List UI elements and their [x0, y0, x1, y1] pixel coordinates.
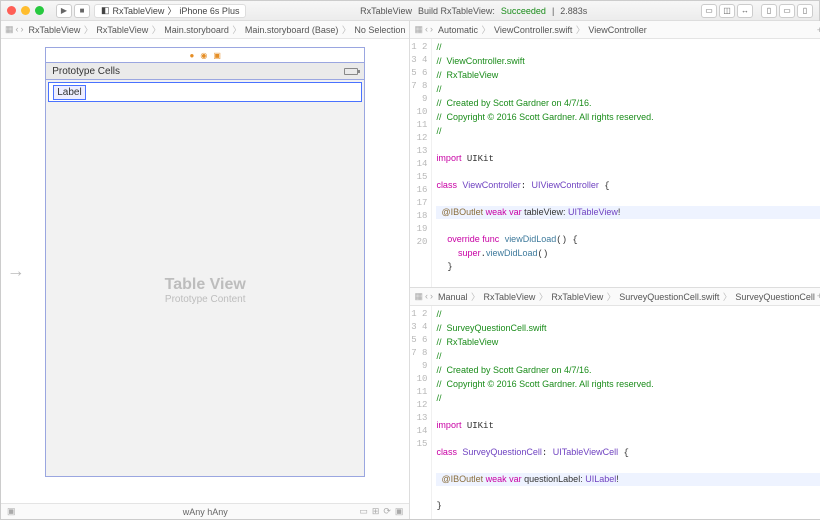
related-icon[interactable]: ▦ — [5, 24, 14, 35]
ib-pane: ▦‹› RxTableView 〉 RxTableView 〉 Main.sto… — [1, 21, 410, 519]
resize-icon[interactable]: ▣ — [395, 506, 404, 517]
prototype-header: Prototype Cells — [46, 62, 364, 80]
toggle-navigator-button[interactable]: ▯ — [761, 4, 777, 18]
editor-version-button[interactable]: ↔ — [737, 4, 753, 18]
back-icon[interactable]: ‹ — [425, 291, 428, 302]
related-icon[interactable]: ▦ — [414, 291, 423, 302]
editor-top-jumpbar[interactable]: ▦‹› Automatic 〉 ViewController.swift 〉 V… — [410, 21, 820, 39]
tv-subtitle: Prototype Content — [165, 294, 246, 305]
xcode-window: ▶ ■ ◧ RxTableView 〉 iPhone 6s Plus RxTab… — [0, 0, 820, 520]
status-app: RxTableView — [360, 6, 412, 16]
app-icon: ◧ — [101, 5, 110, 16]
tv-title: Table View — [165, 276, 246, 294]
back-icon[interactable]: ‹ — [16, 24, 19, 35]
fwd-icon[interactable]: › — [430, 24, 433, 35]
activity-viewer: RxTableView Build RxTableView: Succeeded… — [250, 6, 697, 16]
traffic-lights — [7, 6, 44, 15]
stop-button[interactable]: ■ — [74, 4, 90, 18]
editor-top: ▦‹› Automatic 〉 ViewController.swift 〉 V… — [410, 21, 820, 287]
align-icon[interactable]: ▭ — [359, 506, 368, 517]
main-split: ▦‹› RxTableView 〉 RxTableView 〉 Main.sto… — [1, 21, 819, 519]
toggle-debug-button[interactable]: ▭ — [779, 4, 795, 18]
code-editor-bottom[interactable]: 1 2 3 4 5 6 7 8 9 10 11 12 13 14 15 // /… — [410, 306, 820, 519]
close-icon[interactable] — [7, 6, 16, 15]
exit-icon: ▣ — [213, 51, 221, 60]
battery-icon — [344, 68, 358, 75]
minimize-icon[interactable] — [21, 6, 30, 15]
fwd-icon[interactable]: › — [430, 291, 433, 302]
vc-icon: ● — [190, 51, 195, 60]
status-action: Build RxTableView: — [418, 6, 495, 16]
size-class-label[interactable]: wAny hAny — [183, 507, 228, 517]
pin-icon[interactable]: ⊞ — [372, 506, 380, 517]
gutter: 1 2 3 4 5 6 7 8 9 10 11 12 13 14 15 — [410, 306, 432, 519]
code-area[interactable]: // // SurveyQuestionCell.swift // RxTabl… — [432, 306, 820, 519]
prototype-header-label: Prototype Cells — [52, 66, 120, 77]
resolve-icon[interactable]: ⟳ — [383, 506, 391, 517]
cell-label[interactable]: Label — [53, 85, 85, 100]
ib-footer: ▣ wAny hAny ▭ ⊞ ⟳ ▣ — [1, 503, 409, 519]
assistant-pane: ▦‹› Automatic 〉 ViewController.swift 〉 V… — [410, 21, 820, 519]
storyboard-scene[interactable]: ● ◉ ▣ Prototype Cells Label Table View P… — [45, 47, 365, 477]
code-area[interactable]: // // ViewController.swift // RxTableVie… — [432, 39, 820, 287]
scene-header: ● ◉ ▣ — [46, 48, 364, 62]
initial-vc-arrow-icon: → — [7, 261, 25, 282]
outline-toggle-icon[interactable]: ▣ — [7, 506, 16, 517]
editor-bottom: ▦‹› Manual 〉 RxTableView 〉 RxTableView 〉… — [410, 287, 820, 519]
scheme-selector[interactable]: ◧ RxTableView 〉 iPhone 6s Plus — [94, 4, 246, 18]
toggle-utilities-button[interactable]: ▯ — [797, 4, 813, 18]
tableview-placeholder[interactable]: Table View Prototype Content — [46, 104, 364, 476]
status-result: Succeeded — [501, 6, 546, 16]
ib-canvas[interactable]: → ● ◉ ▣ Prototype Cells Label — [1, 39, 409, 503]
ib-jumpbar[interactable]: ▦‹› RxTableView 〉 RxTableView 〉 Main.sto… — [1, 21, 409, 39]
related-icon[interactable]: ▦ — [414, 24, 423, 35]
device-name: iPhone 6s Plus — [179, 6, 239, 16]
scheme-name: RxTableView — [113, 6, 165, 16]
titlebar: ▶ ■ ◧ RxTableView 〉 iPhone 6s Plus RxTab… — [1, 1, 819, 21]
first-responder-icon: ◉ — [200, 51, 207, 60]
editor-standard-button[interactable]: ▭ — [701, 4, 717, 18]
prototype-cell[interactable]: Label — [48, 82, 362, 102]
status-time: 2.883s — [560, 6, 587, 16]
editor-assistant-button[interactable]: ◫ — [719, 4, 735, 18]
zoom-icon[interactable] — [35, 6, 44, 15]
back-icon[interactable]: ‹ — [425, 24, 428, 35]
gutter: 1 2 3 4 5 6 7 8 9 10 11 12 13 14 15 16 1… — [410, 39, 432, 287]
code-editor-top[interactable]: 1 2 3 4 5 6 7 8 9 10 11 12 13 14 15 16 1… — [410, 39, 820, 287]
fwd-icon[interactable]: › — [21, 24, 24, 35]
editor-bottom-jumpbar[interactable]: ▦‹› Manual 〉 RxTableView 〉 RxTableView 〉… — [410, 288, 820, 306]
run-button[interactable]: ▶ — [56, 4, 72, 18]
